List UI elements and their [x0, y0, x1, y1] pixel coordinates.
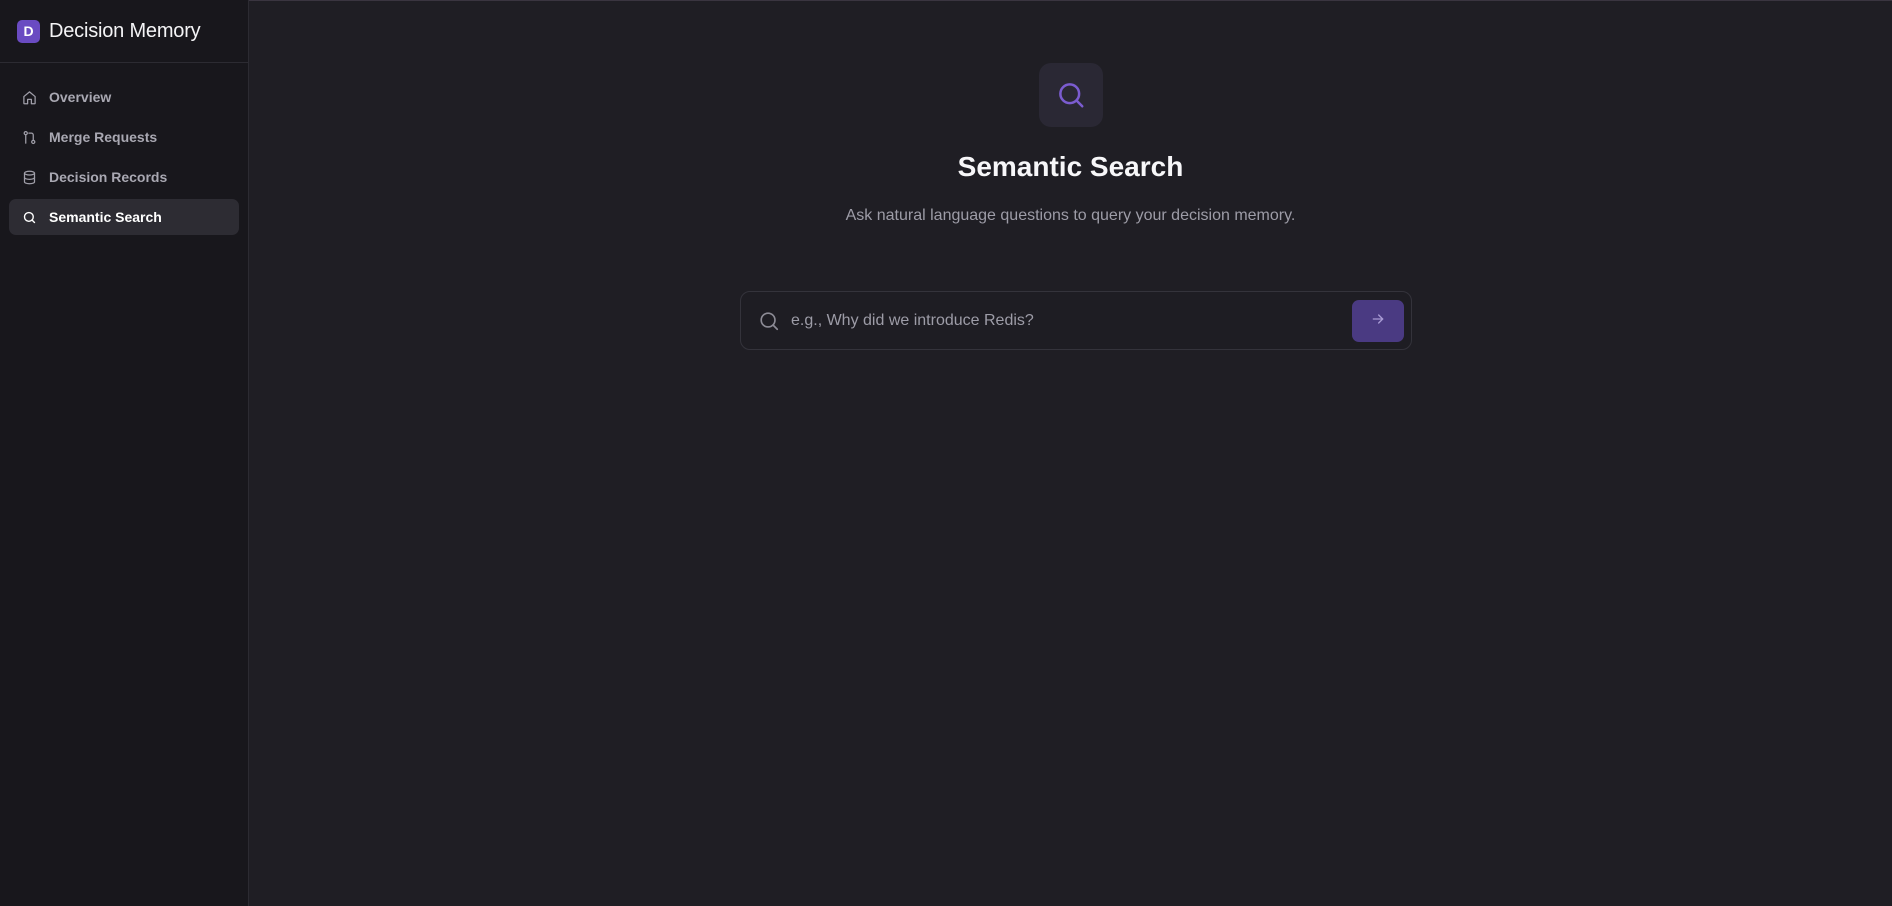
search-icon — [757, 309, 781, 333]
sidebar-item-label: Merge Requests — [49, 129, 158, 145]
search-icon — [21, 209, 37, 225]
sidebar: D Decision Memory Overview Merge Request… — [0, 0, 249, 906]
sidebar-item-label: Semantic Search — [49, 209, 162, 225]
search-hero: Semantic Search Ask natural language que… — [249, 63, 1892, 225]
app-root: D Decision Memory Overview Merge Request… — [0, 0, 1892, 906]
main-content: Semantic Search Ask natural language que… — [249, 0, 1892, 906]
sidebar-item-merge-requests[interactable]: Merge Requests — [9, 119, 239, 155]
brand-name: Decision Memory — [49, 19, 201, 42]
search-submit-button[interactable] — [1352, 299, 1404, 342]
page-subtitle: Ask natural language questions to query … — [845, 207, 1296, 224]
sidebar-item-label: Decision Records — [49, 169, 168, 185]
git-merge-icon — [21, 129, 37, 145]
search-bar — [740, 291, 1412, 350]
sidebar-item-semantic-search[interactable]: Semantic Search — [9, 199, 239, 235]
arrow-right-icon — [1370, 311, 1386, 330]
sidebar-item-label: Overview — [49, 89, 112, 105]
home-icon — [21, 89, 37, 105]
brand[interactable]: D Decision Memory — [0, 0, 248, 63]
sidebar-item-decision-records[interactable]: Decision Records — [9, 159, 239, 195]
sidebar-nav: Overview Merge Requests Decision Records… — [0, 63, 248, 235]
search-icon — [1038, 63, 1103, 127]
search-input[interactable] — [791, 300, 1352, 341]
brand-logo: D — [17, 19, 40, 43]
database-icon — [21, 169, 37, 185]
sidebar-item-overview[interactable]: Overview — [9, 79, 239, 115]
page-title: Semantic Search — [957, 151, 1184, 182]
